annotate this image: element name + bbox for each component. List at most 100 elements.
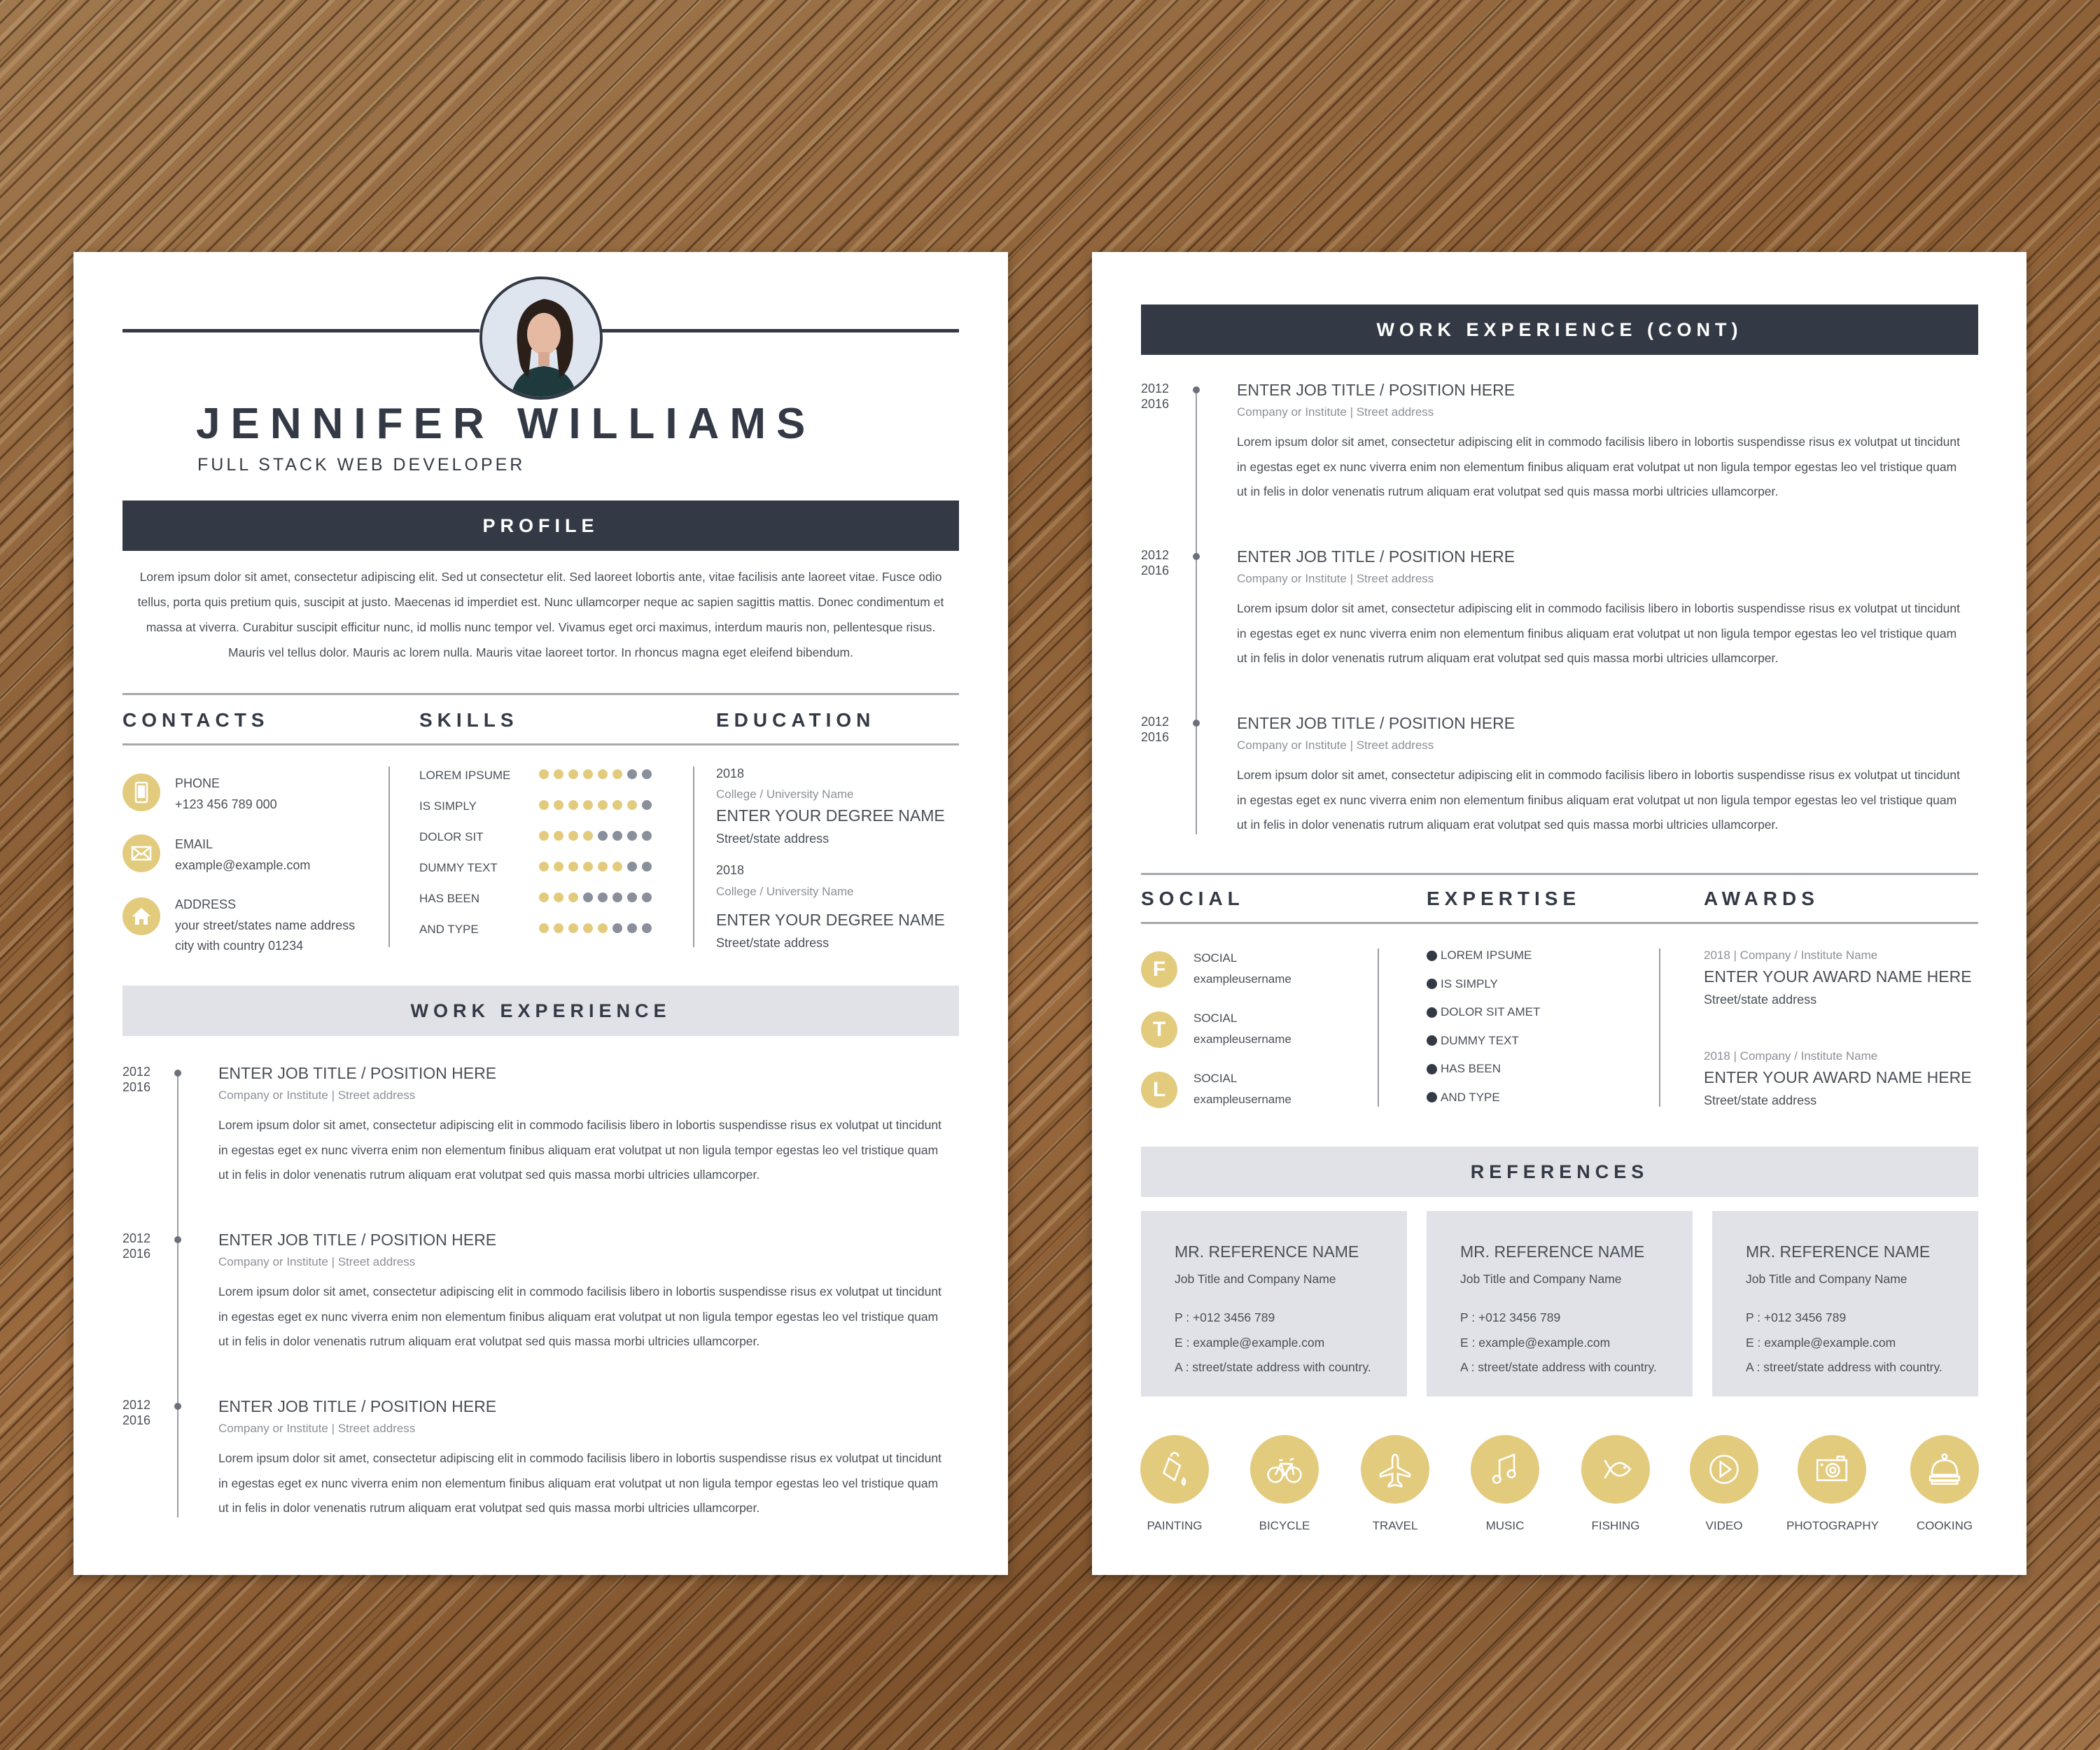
skill-dot-filled (583, 862, 593, 872)
paint-bucket-icon (1140, 1435, 1209, 1504)
hobby-label: VIDEO (1705, 1519, 1743, 1532)
reference-job: Job Title and Company Name (1460, 1272, 1622, 1286)
expertise-item: DUMMY TEXT (1427, 1034, 1519, 1048)
section-divider-top (1141, 873, 1978, 875)
contact-value: your street/states name address (175, 918, 356, 932)
contact-value[interactable]: example@example.com (175, 858, 310, 873)
social-item[interactable]: F SOCIAL exampleusername (1141, 948, 1365, 997)
job-company: Company or Institute | Street address (218, 1088, 416, 1102)
skill-dot-empty (642, 800, 652, 810)
job-company: Company or Institute | Street address (1237, 405, 1434, 419)
timeline-bullet (1193, 720, 1200, 727)
column-divider (693, 766, 694, 947)
twitter-icon: T (1141, 1011, 1177, 1048)
expertise-item: HAS BEEN (1427, 1062, 1501, 1076)
hobby-label: TRAVEL (1372, 1519, 1418, 1532)
fish-icon (1581, 1435, 1650, 1504)
reference-email: E : example@example.com (1746, 1336, 1896, 1350)
skills-heading: SKILLS (419, 709, 519, 731)
skill-dot-empty (583, 892, 593, 902)
hobby-item: BICYCLE (1239, 1435, 1330, 1533)
contact-value-line2: city with country 01234 (175, 939, 304, 953)
work-cont-heading: WORK EXPERIENCE (CONT) (1376, 318, 1743, 340)
expertise-item: DOLOR SIT AMET (1427, 1005, 1540, 1019)
skill-dot-empty (627, 862, 637, 872)
social-item[interactable]: L SOCIAL exampleusername (1141, 1069, 1365, 1118)
skill-rating (539, 862, 657, 872)
award-address: Street/state address (1704, 1093, 1817, 1107)
job-title: ENTER JOB TITLE / POSITION HERE (218, 1064, 497, 1082)
job-description-line: in egestas eget ex nunc viverra enim non… (1237, 626, 1957, 640)
profile-line: tellus, porta quis pretium quis, suscipi… (137, 595, 944, 609)
job-description-line: Lorem ipsum dolor sit amet, consectetur … (218, 1284, 941, 1298)
expertise-item: IS SIMPLY (1427, 977, 1498, 991)
expertise-heading: EXPERTISE (1427, 888, 1581, 909)
job-entry: 2012 2016 ENTER JOB TITLE / POSITION HERE C… (122, 1397, 959, 1537)
social-item[interactable]: T SOCIAL exampleusername (1141, 1009, 1365, 1058)
skill-row: IS SIMPLY (419, 797, 685, 818)
reference-email: E : example@example.com (1175, 1336, 1325, 1350)
reference-phone: P : +012 3456 789 (1175, 1310, 1275, 1324)
social-username: exampleusername (1194, 1032, 1292, 1046)
skill-dot-filled (554, 769, 564, 779)
skill-dot-filled (568, 831, 578, 841)
job-title: ENTER JOB TITLE / POSITION HERE (1237, 547, 1516, 566)
job-description-line: Lorem ipsum dolor sit amet, consectetur … (218, 1451, 941, 1465)
social-username: exampleusername (1194, 1093, 1292, 1106)
phone-icon (122, 774, 160, 811)
social-label: SOCIAL (1194, 951, 1238, 965)
home-icon (122, 897, 160, 935)
job-description: Lorem ipsum dolor sit amet, consectetur … (1237, 596, 1979, 671)
job-entry: 2012 2016 ENTER JOB TITLE / POSITION HERE C… (122, 1231, 959, 1371)
expertise-item: AND TYPE (1427, 1091, 1500, 1105)
job-entry: 2012 2016 ENTER JOB TITLE / POSITION HERE C… (122, 1064, 959, 1204)
reference-job: Job Title and Company Name (1175, 1272, 1336, 1286)
job-company: Company or Institute | Street address (1237, 738, 1434, 752)
education-school: College / University Name (716, 788, 854, 801)
skill-dot-filled (568, 892, 578, 902)
reference-address: A : street/state address with country. (1460, 1360, 1657, 1374)
timeline-bullet (174, 1236, 181, 1243)
education-degree: ENTER YOUR DEGREE NAME (716, 806, 945, 825)
timeline-bullet (174, 1070, 181, 1077)
expertise-label: LOREM IPSUME (1441, 948, 1532, 962)
bullet-icon (1427, 950, 1437, 961)
job-description: Lorem ipsum dolor sit amet, consectetur … (218, 1113, 960, 1188)
column-divider (388, 766, 390, 947)
hobby-item: TRAVEL (1350, 1435, 1441, 1533)
skill-dot-filled (568, 923, 578, 933)
expertise-label: DUMMY TEXT (1441, 1033, 1519, 1047)
skill-dot-empty (642, 769, 652, 779)
hobby-label: PAINTING (1147, 1519, 1203, 1532)
skill-dot-filled (598, 769, 608, 779)
profile-line: Lorem ipsum dolor sit amet, consectetur … (139, 570, 942, 584)
header-rule-right (602, 329, 959, 332)
bullet-icon (1427, 1092, 1437, 1102)
camera-icon (1798, 1435, 1866, 1504)
section-divider-bottom (1141, 922, 1978, 924)
reference-card: MR. REFERENCE NAME Job Title and Company… (1712, 1211, 1978, 1396)
job-description-line: Lorem ipsum dolor sit amet, consectetur … (218, 1118, 941, 1132)
reference-card: MR. REFERENCE NAME Job Title and Company… (1141, 1211, 1407, 1396)
job-title: ENTER JOB TITLE / POSITION HERE (218, 1397, 497, 1415)
skill-rating (539, 892, 657, 902)
job-description: Lorem ipsum dolor sit amet, consectetur … (218, 1280, 960, 1354)
job-title: ENTER JOB TITLE / POSITION HERE (1237, 714, 1516, 732)
job-end-year: 2016 (1141, 564, 1170, 578)
job-description-line: in egestas eget ex nunc viverra enim non… (218, 1142, 939, 1157)
expertise-item: LOREM IPSUME (1427, 948, 1532, 962)
contact-phone: PHONE +123 456 789 000 (122, 766, 388, 816)
skill-dot-filled (554, 923, 564, 933)
work-experience-heading-bar: WORK EXPERIENCE (122, 986, 959, 1036)
job-description-line: Lorem ipsum dolor sit amet, consectetur … (1237, 435, 1960, 449)
expertise-label: HAS BEEN (1441, 1062, 1501, 1075)
play-icon (1690, 1435, 1758, 1504)
job-title: ENTER JOB TITLE / POSITION HERE (1237, 381, 1516, 399)
profile-text: Lorem ipsum dolor sit amet, consectetur … (122, 564, 959, 665)
hobby-label: FISHING (1591, 1519, 1640, 1532)
job-start-year: 2012 (1141, 715, 1170, 729)
skill-dot-filled (598, 862, 608, 872)
education-year: 2018 (716, 863, 745, 877)
bicycle-icon (1250, 1435, 1319, 1504)
expertise-label: AND TYPE (1441, 1090, 1500, 1104)
